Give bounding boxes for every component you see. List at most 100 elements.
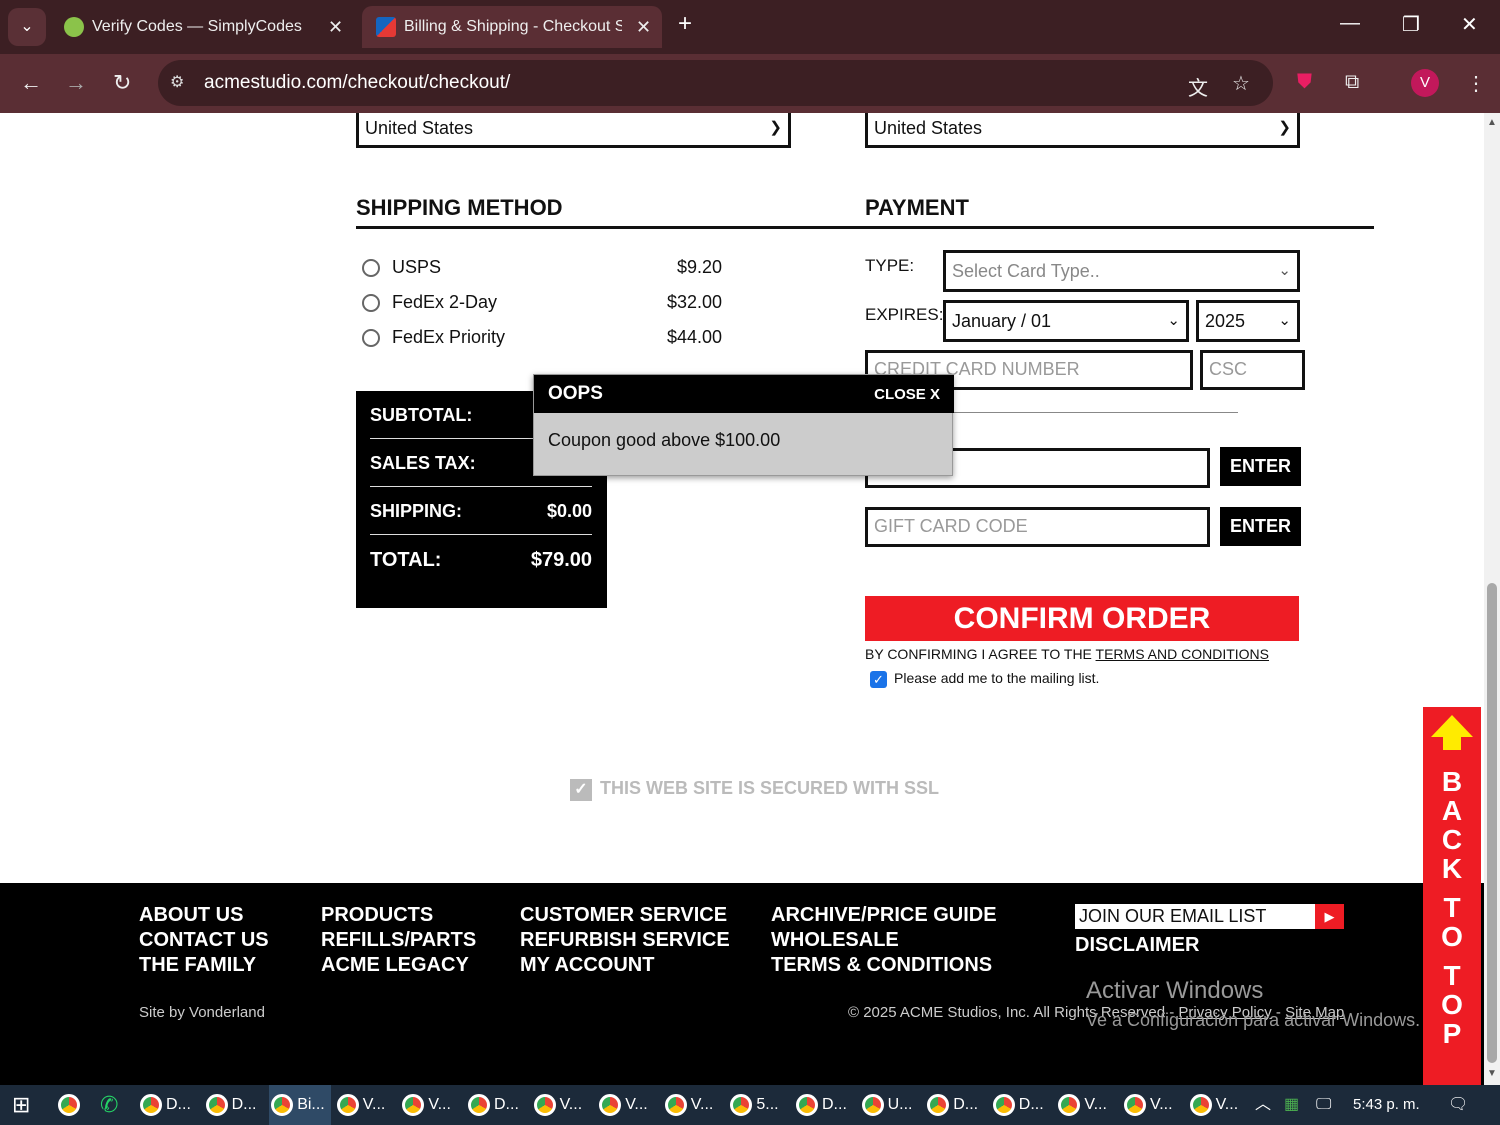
email-signup-input[interactable]: JOIN OUR EMAIL LIST — [1075, 904, 1315, 929]
taskbar-app-button[interactable]: V... — [663, 1085, 725, 1125]
site-by-credit[interactable]: Site by Vonderland — [139, 1004, 265, 1021]
taskbar-app-button[interactable]: Bi... — [269, 1085, 332, 1125]
total-label: TOTAL: — [370, 549, 442, 571]
taskbar-app-label: Bi... — [297, 1096, 325, 1113]
taskbar-app-label: D... — [494, 1096, 519, 1113]
network-icon[interactable]: 🖵 — [1316, 1085, 1331, 1125]
chrome-icon — [533, 1093, 556, 1116]
footer-about-us[interactable]: ABOUT US — [139, 903, 243, 928]
taskbar-app-button[interactable]: V... — [1056, 1085, 1118, 1125]
restore-icon[interactable]: ❐ — [1402, 12, 1420, 37]
expires-month-value: January / 01 — [952, 311, 1052, 331]
taskbar-app-button[interactable]: D... — [991, 1085, 1053, 1125]
forward-arrow-icon[interactable]: → — [65, 70, 87, 96]
taskbar-app-button[interactable]: D... — [138, 1085, 200, 1125]
taskbar-app-button[interactable]: D... — [794, 1085, 856, 1125]
site-info-icon[interactable]: ⚙ — [170, 72, 192, 94]
taskbar-app-button[interactable]: V... — [597, 1085, 659, 1125]
footer-products[interactable]: PRODUCTS — [321, 903, 433, 928]
taskbar-clock[interactable]: 5:43 p. m. — [1353, 1085, 1420, 1125]
new-tab-icon[interactable]: + — [678, 10, 692, 38]
taskbar-app-button[interactable]: D... — [925, 1085, 987, 1125]
gift-card-enter-button[interactable]: ENTER — [1220, 507, 1301, 546]
scroll-down-arrow-icon[interactable]: ▼ — [1487, 1068, 1497, 1079]
notifications-icon[interactable]: 🗨 — [1448, 1085, 1468, 1125]
taskbar-app-button[interactable]: V... — [1122, 1085, 1184, 1125]
translate-icon[interactable]: 文 — [1188, 72, 1208, 101]
back-to-top-button[interactable]: B A C K T O T O P — [1423, 707, 1481, 1085]
confirm-order-button[interactable]: CONFIRM ORDER — [865, 596, 1299, 641]
extensions-icon[interactable]: ⧉ — [1345, 71, 1359, 94]
close-tab-icon[interactable]: ✕ — [328, 6, 343, 48]
shipping-radio-fedex-priority[interactable] — [362, 329, 380, 347]
terms-link[interactable]: TERMS AND CONDITIONS — [1096, 646, 1269, 662]
taskbar-app-button[interactable]: V... — [400, 1085, 462, 1125]
chrome-pinned-icon[interactable] — [58, 1085, 84, 1125]
close-window-icon[interactable]: ✕ — [1461, 12, 1478, 37]
footer-customer-service[interactable]: CUSTOMER SERVICE — [520, 903, 727, 928]
taskbar-app-button[interactable]: 5... — [728, 1085, 790, 1125]
taskbar-app-button[interactable]: V... — [335, 1085, 397, 1125]
gift-card-input[interactable]: GIFT CARD CODE — [865, 507, 1210, 547]
total-value: $79.00 — [530, 549, 592, 571]
checkmark-icon: ✓ — [570, 779, 592, 801]
card-type-select[interactable]: Select Card Type.. ⌄ — [943, 250, 1300, 292]
csc-input[interactable]: CSC — [1200, 350, 1305, 390]
tray-chevron-icon[interactable]: ︿ — [1255, 1085, 1271, 1125]
expires-year-select[interactable]: 2025 ⌄ — [1196, 300, 1300, 342]
taskbar-app-label: D... — [1018, 1096, 1044, 1113]
footer-refurbish-service[interactable]: REFURBISH SERVICE — [520, 928, 730, 953]
billing-country-select[interactable]: United States ❯ — [356, 113, 791, 148]
footer-refills-parts[interactable]: REFILLS/PARTS — [321, 928, 476, 953]
taskbar-app-button[interactable]: V... — [532, 1085, 594, 1125]
scrollbar-thumb[interactable] — [1487, 583, 1497, 1063]
tab-search-button[interactable]: ⌄ — [8, 8, 46, 46]
footer-acme-legacy[interactable]: ACME LEGACY — [321, 953, 469, 978]
taskbar-app-button[interactable]: D... — [466, 1085, 528, 1125]
footer-my-account[interactable]: MY ACCOUNT — [520, 953, 654, 978]
expires-month-select[interactable]: January / 01 ⌄ — [943, 300, 1189, 342]
ublock-icon[interactable]: ⛊ — [1297, 71, 1312, 94]
shipping-option-price: $9.20 — [676, 257, 722, 277]
taskbar-app-label: D... — [953, 1096, 979, 1113]
shipping-option-label: USPS — [392, 257, 442, 277]
acme-favicon-icon — [376, 17, 396, 37]
taskbar-app-button[interactable]: U... — [860, 1085, 922, 1125]
tab-billing-shipping[interactable]: Billing & Shipping - Checkout S ✕ — [362, 6, 662, 48]
taskbar-app-button[interactable]: V... — [1188, 1085, 1250, 1125]
footer-contact-us[interactable]: CONTACT US — [139, 928, 269, 953]
expires-year-value: 2025 — [1205, 311, 1246, 331]
start-windows-icon[interactable]: ⊞ — [12, 1085, 30, 1125]
windows-activation-subtitle: Ve a Configuración para activar Windows. — [1086, 1010, 1421, 1030]
shipping-option-label: FedEx Priority — [392, 327, 506, 347]
footer-wholesale[interactable]: WHOLESALE — [771, 928, 899, 953]
page-scrollbar[interactable]: ▲ ▼ — [1484, 113, 1500, 1085]
footer-terms-conditions[interactable]: TERMS & CONDITIONS — [771, 953, 992, 978]
menu-kebab-icon[interactable]: ⋮ — [1466, 71, 1486, 96]
shipping-radio-usps[interactable] — [362, 259, 380, 277]
whatsapp-icon[interactable]: ✆ — [100, 1085, 118, 1125]
chrome-icon — [140, 1093, 162, 1116]
reload-icon[interactable]: ↻ — [113, 70, 131, 96]
profile-avatar[interactable]: V — [1411, 69, 1439, 97]
taskbar-app-button[interactable]: D... — [204, 1085, 266, 1125]
chrome-icon — [1058, 1093, 1081, 1116]
back-arrow-icon[interactable]: ← — [20, 70, 42, 96]
tray-app-icon[interactable]: ▦ — [1284, 1085, 1299, 1125]
shipping-country-select[interactable]: United States ❯ — [865, 113, 1300, 148]
email-submit-arrow-icon[interactable]: ▶ — [1315, 904, 1344, 929]
mailing-list-checkbox[interactable]: ✓ — [870, 671, 887, 688]
footer-archive-price-guide[interactable]: ARCHIVE/PRICE GUIDE — [771, 903, 997, 928]
footer-the-family[interactable]: THE FAMILY — [139, 953, 256, 978]
shipping-radio-fedex-2day[interactable] — [362, 294, 380, 312]
terms-notice: BY CONFIRMING I AGREE TO THE TERMS AND C… — [865, 646, 1269, 662]
bookmark-star-icon[interactable]: ☆ — [1232, 71, 1250, 96]
coupon-enter-button[interactable]: ENTER — [1220, 447, 1301, 486]
tab-verify-codes[interactable]: Verify Codes — SimplyCodes ✕ — [50, 6, 360, 48]
scroll-up-arrow-icon[interactable]: ▲ — [1487, 117, 1497, 128]
minimize-icon[interactable]: — — [1340, 12, 1360, 35]
footer-disclaimer[interactable]: DISCLAIMER — [1075, 933, 1199, 958]
close-tab-icon[interactable]: ✕ — [636, 6, 651, 48]
dialog-close-button[interactable]: CLOSE X — [874, 386, 940, 403]
address-bar[interactable]: ⚙ acmestudio.com/checkout/checkout/ 文 ☆ — [158, 60, 1273, 106]
